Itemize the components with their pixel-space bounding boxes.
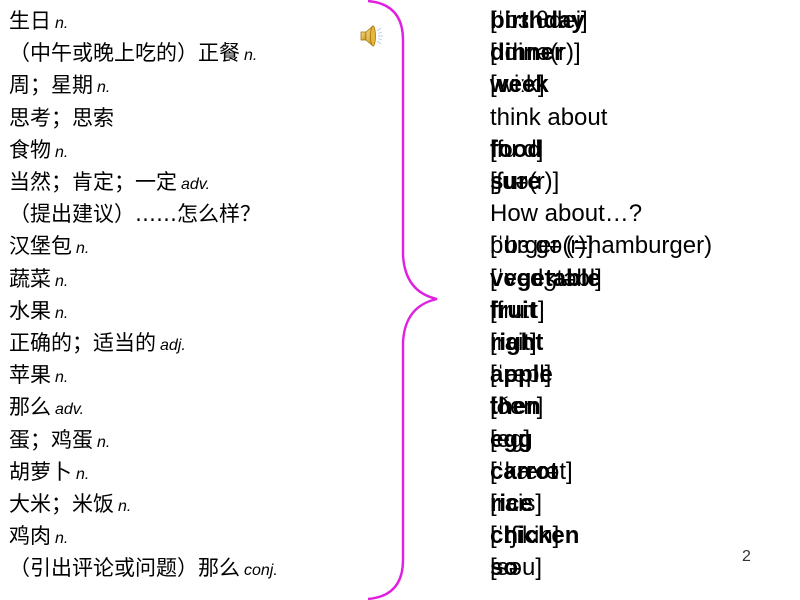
english-word[interactable]: think about	[490, 102, 607, 134]
part-of-speech: adv.	[55, 401, 85, 419]
page-number: 2	[742, 548, 751, 565]
phonetic-transcription: [ðen]	[490, 393, 544, 421]
vocab-chinese-row: 当然；肯定；一定 adv.	[9, 166, 210, 198]
phonetic-transcription: [ˈkærət]	[490, 457, 573, 485]
phonetic-transcription: [eg]	[490, 425, 531, 453]
vocab-chinese-row: 鸡肉 n.	[9, 520, 68, 552]
chinese-meaning: （提出建议）……怎么样？	[9, 202, 261, 227]
part-of-speech: adj.	[160, 337, 186, 354]
part-of-speech: n.	[118, 498, 132, 515]
vocab-chinese-row: 那么 adv.	[9, 391, 84, 423]
part-of-speech: n.	[55, 369, 69, 387]
phonetic-transcription: [ˈtʃikin]	[490, 522, 560, 550]
part-of-speech: n.	[76, 465, 90, 483]
part-of-speech: n.	[55, 15, 69, 32]
chinese-meaning: 胡萝卜	[9, 459, 72, 484]
vocab-chinese-row: 苹果 n.	[9, 359, 68, 391]
chinese-meaning: 正确的；适当的	[9, 331, 156, 355]
chinese-meaning: 蔬菜	[9, 266, 51, 291]
vocab-chinese-row: 汉堡包 n.	[9, 230, 89, 262]
vocab-chinese-row: （引出评论或问题）那么 conj.	[9, 552, 278, 584]
chinese-meaning: 周；星期	[9, 73, 93, 98]
part-of-speech: n.	[97, 433, 111, 451]
chinese-meaning: （引出评论或问题）那么	[9, 556, 240, 581]
vocab-chinese-row: 蔬菜 n.	[9, 263, 68, 295]
phonetic-transcription: [ˈvedʒtəbl]	[490, 264, 602, 292]
vocab-chinese-row: 正确的；适当的 adj.	[9, 327, 186, 359]
part-of-speech: n.	[97, 79, 111, 97]
phonetic-transcription: [ˈbɜːθdei]	[490, 7, 588, 34]
chinese-meaning: 汉堡包	[9, 234, 72, 259]
vocab-chinese-row: （提出建议）……怎么样？	[9, 198, 261, 230]
chinese-meaning: 蛋；鸡蛋	[9, 427, 93, 452]
english-word[interactable]: How about…?	[490, 198, 642, 230]
part-of-speech: n.	[55, 304, 69, 322]
vocab-chinese-row: 周；星期 n.	[9, 69, 110, 101]
slide: 生日 n. （中午或晚上吃的）正餐 n. 周；星期 n. 思考；思索 食物 n. 当然；肯定；一定…	[0, 0, 800, 600]
phonetic-transcription: [səu]	[490, 554, 543, 582]
chinese-meaning: 大米；米饭	[9, 492, 114, 516]
vocab-chinese-row: （中午或晚上吃的）正餐 n.	[9, 37, 257, 69]
phonetic-transcription: [ʃuə(r)]	[490, 168, 560, 195]
vocab-chinese-row: 蛋；鸡蛋 n.	[9, 424, 110, 456]
phonetic-transcription: [fuːd]	[490, 135, 544, 163]
part-of-speech: n.	[55, 272, 69, 290]
chinese-meaning: 生日	[9, 9, 51, 33]
phonetic-transcription: [rais]	[490, 490, 543, 517]
part-of-speech: n.	[244, 47, 258, 65]
vocab-chinese-row: 大米；米饭 n.	[9, 488, 131, 520]
part-of-speech: n.	[55, 143, 69, 161]
vocab-chinese-row: 水果 n.	[9, 295, 68, 327]
chinese-meaning: 思考；思索	[9, 105, 114, 130]
part-of-speech: conj.	[244, 562, 278, 580]
vocab-chinese-row: 生日 n.	[9, 5, 68, 37]
vocab-chinese-row: 食物 n.	[9, 134, 68, 166]
phonetic-transcription: [wiːk]	[490, 71, 545, 99]
part-of-speech: adv.	[181, 176, 211, 193]
chinese-meaning: 水果	[9, 298, 51, 323]
phonetic-transcription: [rait]	[490, 329, 537, 356]
speaker-sound-icon[interactable]	[358, 22, 386, 50]
phonetic-transcription: [ˈdinə(r)]	[490, 39, 581, 67]
phonetic-transcription: [ˈbɜːɡə(r)]	[490, 232, 594, 260]
chinese-meaning: （中午或晚上吃的）正餐	[9, 41, 240, 66]
vocab-chinese-row: 思考；思索	[9, 102, 114, 134]
phonetic-transcription: [ˈæpl]	[490, 361, 552, 389]
part-of-speech: n.	[76, 240, 90, 258]
chinese-meaning: 当然；肯定；一定	[9, 170, 177, 194]
phonetic-transcription: [fruːt]	[490, 296, 545, 324]
chinese-meaning: 鸡肉	[9, 524, 51, 549]
part-of-speech: n.	[55, 530, 69, 548]
chinese-meaning: 那么	[9, 395, 51, 420]
chinese-meaning: 苹果	[9, 363, 51, 388]
chinese-meaning: 食物	[9, 137, 51, 162]
vocab-chinese-row: 胡萝卜 n.	[9, 456, 89, 488]
